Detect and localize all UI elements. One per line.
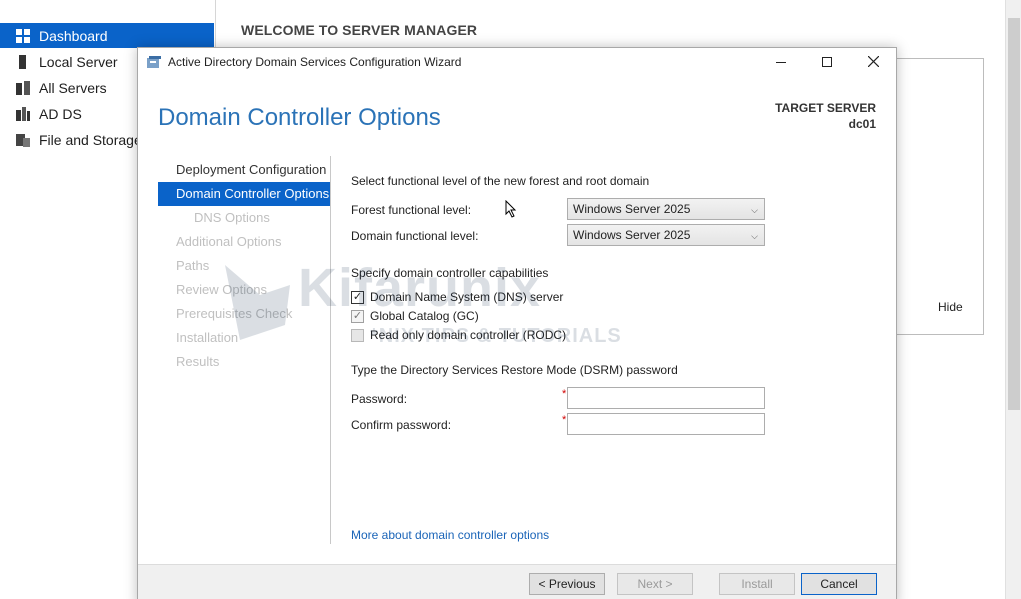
rodc-label: Read only domain controller (RODC) — [370, 328, 567, 342]
forest-level-value: Windows Server 2025 — [573, 202, 691, 216]
nav-item-installation: Installation — [176, 330, 239, 345]
window-title: Active Directory Domain Services Configu… — [168, 55, 462, 69]
close-button[interactable] — [850, 48, 896, 76]
adds-icon — [15, 106, 31, 122]
page-title: Domain Controller Options — [158, 104, 441, 131]
nav-item-paths: Paths — [176, 258, 210, 273]
mouse-cursor-icon — [505, 200, 517, 218]
dashboard-icon — [15, 28, 31, 44]
nav-item-additional-options: Additional Options — [176, 234, 282, 249]
confirm-password-input[interactable] — [567, 413, 765, 435]
sidebar-item-dashboard[interactable]: Dashboard — [0, 23, 214, 48]
sidebar-item-label: Dashboard — [39, 27, 108, 44]
welcome-title: WELCOME TO SERVER MANAGER — [241, 22, 478, 38]
server-icon — [15, 54, 31, 70]
sidebar-item-label: File and Storage — [39, 131, 142, 148]
cancel-button[interactable]: Cancel — [801, 573, 877, 595]
required-marker: * — [562, 388, 567, 400]
confirm-password-label: Confirm password: — [351, 418, 452, 432]
nav-item-deployment-configuration[interactable]: Deployment Configuration — [158, 158, 330, 182]
checkmark-icon: ✓ — [351, 309, 364, 323]
nav-item-prerequisites-check: Prerequisites Check — [176, 306, 293, 321]
nav-item-results: Results — [176, 354, 220, 369]
dns-server-checkbox[interactable]: ✓ Domain Name System (DNS) server — [351, 290, 563, 304]
next-button: Next > — [617, 573, 693, 595]
sidebar-item-label: Local Server — [39, 53, 118, 70]
previous-button[interactable]: < Previous — [529, 573, 605, 595]
welcome-panel — [894, 58, 984, 335]
hide-link[interactable]: Hide — [938, 300, 963, 314]
chevron-down-icon: ⌵ — [751, 205, 758, 215]
storage-icon — [15, 132, 31, 148]
nav-item-review-options: Review Options — [176, 282, 268, 297]
functional-level-heading: Select functional level of the new fores… — [351, 174, 650, 188]
chevron-down-icon: ⌵ — [751, 231, 758, 241]
domain-level-select[interactable]: Windows Server 2025 ⌵ — [567, 224, 765, 246]
nav-item-domain-controller-options[interactable]: Domain Controller Options — [158, 182, 330, 206]
title-bar[interactable]: Active Directory Domain Services Configu… — [138, 48, 896, 76]
global-catalog-label: Global Catalog (GC) — [370, 309, 479, 323]
password-label: Password: — [351, 392, 408, 406]
install-button: Install — [719, 573, 795, 595]
nav-item-dns-options: DNS Options — [194, 210, 270, 225]
required-marker: * — [562, 414, 567, 426]
capabilities-heading: Specify domain controller capabilities — [351, 266, 549, 280]
rodc-checkbox: Read only domain controller (RODC) — [351, 328, 566, 342]
dsrm-heading: Type the Directory Services Restore Mode… — [351, 363, 678, 377]
unchecked-box-icon — [351, 328, 364, 342]
sidebar-item-label: All Servers — [39, 79, 107, 96]
forest-level-select[interactable]: Windows Server 2025 ⌵ — [567, 198, 765, 220]
minimize-button[interactable] — [758, 48, 804, 76]
forest-level-label: Forest functional level: — [351, 203, 472, 217]
target-server-name: dc01 — [848, 117, 876, 131]
password-input[interactable] — [567, 387, 765, 409]
domain-level-value: Windows Server 2025 — [573, 228, 691, 242]
target-server-label: TARGET SERVER — [775, 101, 876, 115]
wizard-window: Active Directory Domain Services Configu… — [137, 47, 897, 599]
domain-level-label: Domain functional level: — [351, 229, 479, 243]
more-info-link[interactable]: More about domain controller options — [351, 528, 549, 542]
checkmark-icon: ✓ — [351, 290, 364, 304]
close-icon — [867, 54, 879, 70]
dns-server-label: Domain Name System (DNS) server — [370, 290, 564, 304]
servers-icon — [15, 80, 31, 96]
screen: Dashboard Local Server All Servers AD DS… — [0, 0, 1021, 599]
nav-divider — [330, 156, 331, 544]
scrollbar-thumb[interactable] — [1008, 18, 1020, 410]
wizard-app-icon — [146, 55, 162, 69]
maximize-icon — [822, 57, 832, 67]
maximize-button[interactable] — [804, 48, 850, 76]
sidebar-item-label: AD DS — [39, 105, 82, 122]
minimize-icon — [776, 61, 786, 63]
global-catalog-checkbox: ✓ Global Catalog (GC) — [351, 309, 479, 323]
